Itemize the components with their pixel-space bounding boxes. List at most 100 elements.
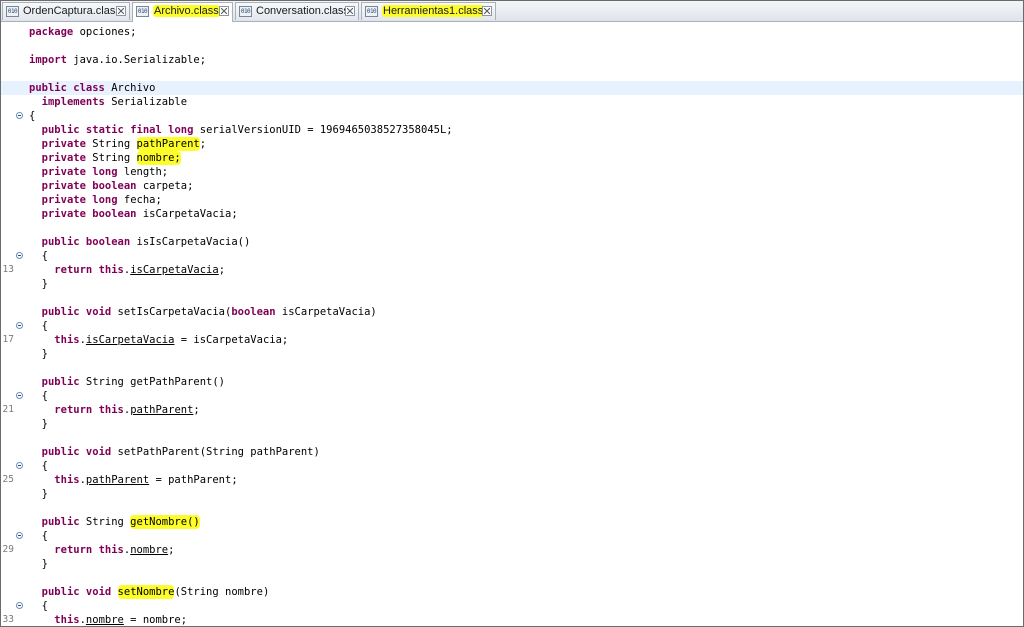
- code-text: public String getNombre(): [29, 515, 200, 529]
- code-line[interactable]: }: [1, 557, 1023, 571]
- code-line[interactable]: }: [1, 417, 1023, 431]
- code-line[interactable]: private long fecha;: [1, 193, 1023, 207]
- tab-herramientas1[interactable]: 010 Herramientas1.class: [361, 2, 496, 20]
- tab-conversation[interactable]: 010 Conversation.class: [235, 2, 359, 20]
- code-line[interactable]: public String getNombre(): [1, 515, 1023, 529]
- code-line[interactable]: {: [1, 389, 1023, 403]
- code-line[interactable]: 25 this.pathParent = pathParent;: [1, 473, 1023, 487]
- keyword: private: [41, 166, 86, 178]
- code-editor[interactable]: package opciones; import java.io.Seriali…: [1, 22, 1023, 626]
- code-line[interactable]: private String pathParent;: [1, 137, 1023, 151]
- code-line[interactable]: {: [1, 249, 1023, 263]
- code-text: public void setIsCarpetaVacia(boolean is…: [29, 305, 377, 319]
- code-text: return this.pathParent;: [29, 403, 200, 417]
- close-icon[interactable]: [482, 6, 492, 16]
- keyword: private: [41, 138, 86, 150]
- code-token: ;: [193, 404, 200, 416]
- keyword: this: [98, 544, 124, 556]
- keyword: package: [29, 26, 74, 38]
- field-reference: pathParent: [85, 474, 150, 486]
- close-icon[interactable]: [345, 6, 355, 16]
- code-text: }: [29, 347, 48, 361]
- code-token: isCarpetaVacia;: [136, 208, 238, 220]
- code-text: package opciones;: [29, 25, 136, 39]
- code-line[interactable]: {: [1, 109, 1023, 123]
- class-file-icon: 010: [365, 6, 378, 17]
- code-line[interactable]: private boolean carpeta;: [1, 179, 1023, 193]
- code-token: {: [29, 110, 36, 122]
- code-token: carpeta;: [136, 180, 194, 192]
- keyword: public: [41, 306, 80, 318]
- code-text: }: [29, 277, 48, 291]
- close-icon[interactable]: [116, 6, 126, 16]
- code-token: String: [85, 152, 137, 164]
- keyword: void: [85, 586, 112, 598]
- fold-collapse-icon[interactable]: [16, 602, 23, 609]
- code-line[interactable]: 21 return this.pathParent;: [1, 403, 1023, 417]
- tab-label: Conversation.class: [256, 5, 349, 17]
- keyword: long: [92, 194, 118, 206]
- code-line[interactable]: private long length;: [1, 165, 1023, 179]
- code-line[interactable]: public void setNombre(String nombre): [1, 585, 1023, 599]
- code-line-current[interactable]: public class Archivo: [1, 81, 1023, 95]
- code-text: return this.isCarpetaVacia;: [29, 263, 225, 277]
- code-text: {: [29, 599, 48, 613]
- code-token: length;: [117, 166, 169, 178]
- tab-label: Herramientas1.class: [382, 5, 485, 17]
- code-text: }: [29, 417, 48, 431]
- code-line[interactable]: }: [1, 487, 1023, 501]
- code-line[interactable]: {: [1, 599, 1023, 613]
- fold-collapse-icon[interactable]: [16, 112, 23, 119]
- code-line[interactable]: package opciones;: [1, 25, 1023, 39]
- class-file-icon: 010: [6, 6, 19, 17]
- code-line[interactable]: public void setPathParent(String pathPar…: [1, 445, 1023, 459]
- code-text: import java.io.Serializable;: [29, 53, 206, 67]
- code-text: private boolean isCarpetaVacia;: [29, 207, 238, 221]
- code-text: {: [29, 109, 35, 123]
- tab-label: Archivo.class: [153, 5, 220, 17]
- code-line[interactable]: 33 this.nombre = nombre;: [1, 613, 1023, 626]
- code-line[interactable]: implements Serializable: [1, 95, 1023, 109]
- code-line[interactable]: {: [1, 529, 1023, 543]
- code-text: {: [29, 389, 48, 403]
- fold-collapse-icon[interactable]: [16, 252, 23, 259]
- line-number: 21: [2, 404, 14, 415]
- tab-archivo[interactable]: 010 Archivo.class: [132, 2, 233, 22]
- code-token: serialVersionUID = 1969465038527358045L;: [193, 124, 453, 136]
- close-icon[interactable]: [219, 6, 229, 16]
- code-line[interactable]: public static final long serialVersionUI…: [1, 123, 1023, 137]
- code-line[interactable]: private String nombre;: [1, 151, 1023, 165]
- tab-ordencaptura[interactable]: 010 OrdenCaptura.class: [2, 2, 130, 20]
- keyword: boolean: [85, 236, 131, 248]
- code-line[interactable]: private boolean isCarpetaVacia;: [1, 207, 1023, 221]
- code-text: public String getPathParent(): [29, 375, 225, 389]
- fold-collapse-icon[interactable]: [16, 392, 23, 399]
- code-text: return this.nombre;: [29, 543, 174, 557]
- keyword: return: [54, 264, 93, 276]
- keyword: public: [41, 376, 80, 388]
- code-line[interactable]: public boolean isIsCarpetaVacia(): [1, 235, 1023, 249]
- line-number: 25: [2, 474, 14, 485]
- fold-collapse-icon[interactable]: [16, 532, 23, 539]
- keyword: final: [130, 124, 162, 136]
- code-line[interactable]: {: [1, 459, 1023, 473]
- fold-collapse-icon[interactable]: [16, 462, 23, 469]
- code-text: this.isCarpetaVacia = isCarpetaVacia;: [29, 333, 288, 347]
- keyword: public: [41, 516, 80, 528]
- code-token: }: [41, 418, 48, 430]
- code-line[interactable]: 13 return this.isCarpetaVacia;: [1, 263, 1023, 277]
- code-line[interactable]: }: [1, 347, 1023, 361]
- code-text: private String nombre;: [29, 151, 181, 165]
- code-line[interactable]: import java.io.Serializable;: [1, 53, 1023, 67]
- code-text: this.pathParent = pathParent;: [29, 473, 237, 487]
- code-token: ;: [168, 544, 175, 556]
- code-line[interactable]: {: [1, 319, 1023, 333]
- code-line[interactable]: }: [1, 277, 1023, 291]
- fold-collapse-icon[interactable]: [16, 322, 23, 329]
- code-line[interactable]: 17 this.isCarpetaVacia = isCarpetaVacia;: [1, 333, 1023, 347]
- code-line[interactable]: public String getPathParent(): [1, 375, 1023, 389]
- code-line[interactable]: 29 return this.nombre;: [1, 543, 1023, 557]
- code-token: String: [85, 138, 137, 150]
- code-line[interactable]: public void setIsCarpetaVacia(boolean is…: [1, 305, 1023, 319]
- code-text: }: [29, 557, 48, 571]
